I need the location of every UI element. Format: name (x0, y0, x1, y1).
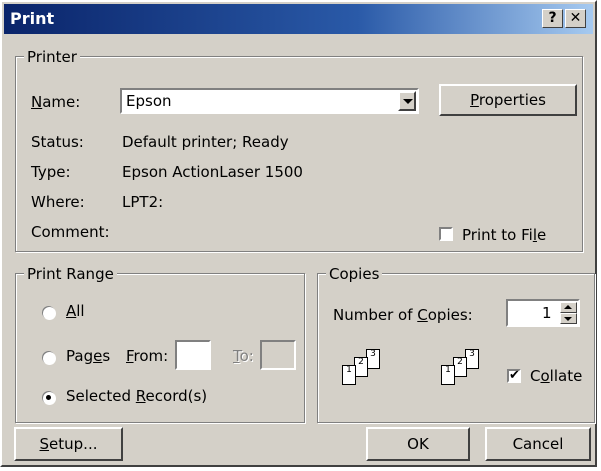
type-label: Type: (31, 163, 71, 181)
page-icon: 1 (441, 365, 455, 385)
printer-name-select[interactable]: Epson (120, 88, 419, 114)
close-icon: ✕ (569, 10, 582, 26)
copies-legend: Copies (326, 265, 383, 283)
page-icon: 1 (342, 365, 356, 385)
dropdown-button[interactable] (398, 91, 416, 111)
cancel-button[interactable]: Cancel (485, 427, 591, 461)
printer-legend: Printer (24, 48, 80, 66)
radio-selected-dot (46, 395, 51, 400)
pages-label: Pages (66, 347, 111, 365)
chevron-down-icon (564, 317, 572, 321)
setup-label: Setup... (39, 435, 98, 453)
to-input[interactable] (260, 340, 296, 370)
properties-label: Properties (470, 91, 546, 109)
page-icon: 2 (453, 357, 467, 377)
print-dialog: Print ? ✕ Printer Name: Epson Properties… (0, 0, 597, 467)
chevron-down-icon (403, 99, 413, 104)
page-icon: 2 (354, 357, 368, 377)
spin-up-button[interactable] (560, 302, 577, 313)
from-input[interactable] (175, 340, 211, 370)
properties-button[interactable]: Properties (439, 84, 577, 116)
help-button[interactable]: ? (542, 9, 563, 28)
collate-checkbox[interactable]: ✔ (507, 369, 521, 383)
number-of-copies-label: Number of Copies: (333, 306, 473, 324)
setup-button[interactable]: Setup... (14, 427, 123, 461)
pages-radio[interactable] (42, 351, 55, 364)
all-label: All (66, 302, 85, 320)
print-to-file-checkbox[interactable] (439, 227, 453, 241)
ok-button[interactable]: OK (366, 427, 470, 461)
title-bar[interactable]: Print ? ✕ (4, 4, 593, 34)
print-range-legend: Print Range (24, 265, 117, 283)
where-label: Where: (31, 193, 85, 211)
print-to-file-label: Print to File (462, 226, 547, 244)
status-value: Default printer; Ready (122, 133, 289, 151)
selected-records-radio[interactable] (42, 391, 55, 404)
spin-down-button[interactable] (560, 313, 577, 324)
to-label: To: (233, 347, 254, 365)
check-icon: ✔ (509, 368, 520, 383)
dialog-title: Print (10, 9, 55, 28)
copies-group: Copies (317, 265, 595, 423)
close-button[interactable]: ✕ (565, 9, 586, 28)
chevron-up-icon (564, 305, 572, 309)
copies-value: 1 (542, 304, 552, 322)
all-radio[interactable] (42, 306, 55, 319)
comment-label: Comment: (31, 223, 110, 241)
page-icon: 3 (465, 349, 479, 369)
selected-records-label: Selected Record(s) (66, 387, 208, 405)
status-label: Status: (31, 133, 84, 151)
copies-spinner[interactable]: 1 (506, 299, 580, 327)
printer-name-value: Epson (126, 92, 172, 110)
name-label: Name: (31, 93, 81, 111)
where-value: LPT2: (122, 193, 164, 211)
collate-label: Collate (530, 367, 583, 385)
type-value: Epson ActionLaser 1500 (122, 163, 303, 181)
from-label: From: (126, 347, 169, 365)
page-icon: 3 (366, 349, 380, 369)
